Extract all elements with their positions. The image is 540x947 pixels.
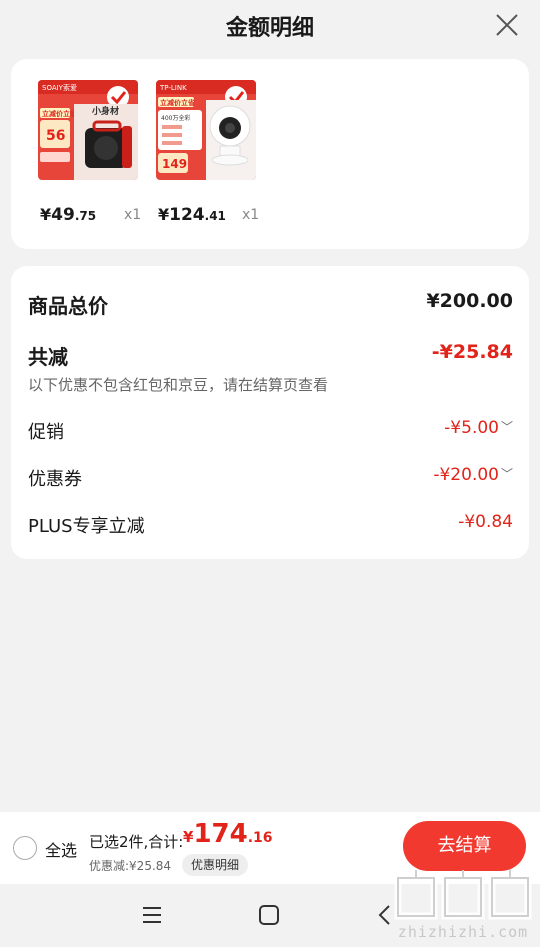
thumb-banner-text: 立减价立省 xyxy=(42,109,77,118)
product-thumbnail[interactable]: TP-LINK 立减价立省 400万全彩 149 xyxy=(156,80,256,180)
product-price: ¥49.75 xyxy=(40,205,97,225)
reduction-note-row: 以下优惠不包含红包和京豆，请在结算页查看 xyxy=(28,374,513,394)
product-price-row: ¥124.41 x1 xyxy=(158,205,268,227)
product-item[interactable]: SOAIY索爱 立减价立省 56 小身材 ¥49.75 x1 xyxy=(38,80,148,225)
thumb-price-text: 149 xyxy=(162,157,187,171)
checkout-bar: 全选 已选2件,合计: ¥174.16 优惠减:¥25.84 优惠明细 去结算 xyxy=(0,812,540,884)
product-quantity: x1 xyxy=(124,207,142,223)
reduction-row: 共减 -¥25.84 xyxy=(28,341,513,369)
reduction-note: 以下优惠不包含红包和京豆，请在结算页查看 xyxy=(28,376,329,394)
discount-detail-button[interactable]: 优惠明细 xyxy=(182,854,249,876)
promotion-label: 促销 xyxy=(28,422,64,443)
page-header: 金额明细 xyxy=(0,0,540,50)
speaker-product-image: SOAIY索爱 立减价立省 56 小身材 xyxy=(38,80,138,180)
plus-discount-row: PLUS专享立减 -¥0.84 xyxy=(28,512,513,538)
reduction-value: -¥25.84 xyxy=(431,341,513,363)
product-price: ¥124.41 xyxy=(158,205,226,225)
plus-discount-label: PLUS专享立减 xyxy=(28,516,145,537)
home-icon[interactable] xyxy=(256,902,282,928)
reduction-label: 共减 xyxy=(28,345,68,369)
price-summary-card: 商品总价 ¥200.00 共减 -¥25.84 以下优惠不包含红包和京豆，请在结… xyxy=(11,266,529,559)
thumb-price-text: 56 xyxy=(46,128,65,144)
discount-summary: 优惠减:¥25.84 xyxy=(89,859,172,873)
back-icon[interactable] xyxy=(372,902,398,928)
chevron-down-icon[interactable]: ﹀ xyxy=(501,418,513,435)
promotion-value: -¥5.00 xyxy=(444,418,499,438)
plus-discount-value: -¥0.84 xyxy=(458,512,513,532)
close-icon[interactable] xyxy=(494,12,520,38)
thumb-brand-text: TP-LINK xyxy=(159,84,187,92)
coupon-label: 优惠券 xyxy=(28,469,82,490)
product-item[interactable]: TP-LINK 立减价立省 400万全彩 149 ¥124.41 x1 xyxy=(156,80,266,225)
product-price-row: ¥49.75 x1 xyxy=(40,205,150,227)
menu-icon[interactable] xyxy=(139,902,165,928)
coupon-row[interactable]: 优惠券 -¥20.00 ﹀ xyxy=(28,465,513,491)
selected-count-text: 已选2件,合计: xyxy=(89,833,184,851)
coupon-value: -¥20.00 xyxy=(433,465,499,485)
thumb-banner-text: 立减价立省 xyxy=(160,98,195,107)
select-all-label[interactable]: 全选 xyxy=(45,837,77,861)
camera-product-image: TP-LINK 立减价立省 400万全彩 149 xyxy=(156,80,256,180)
system-nav-bar xyxy=(0,884,540,947)
checkout-button[interactable]: 去结算 xyxy=(403,821,526,871)
select-all-radio[interactable] xyxy=(13,836,37,860)
thumb-brand-text: SOAIY索爱 xyxy=(42,83,77,92)
thumb-slogan-text: 400万全彩 xyxy=(161,114,190,122)
thumb-slogan-text: 小身材 xyxy=(91,105,119,117)
goods-total-row: 商品总价 ¥200.00 xyxy=(28,290,513,318)
goods-total-value: ¥200.00 xyxy=(426,290,513,312)
goods-total-label: 商品总价 xyxy=(28,294,108,318)
chevron-down-icon[interactable]: ﹀ xyxy=(501,465,513,482)
product-list-card: SOAIY索爱 立减价立省 56 小身材 ¥49.75 x1 TP-LINK 立… xyxy=(11,59,529,249)
page-title: 金额明细 xyxy=(225,16,314,41)
promotion-row[interactable]: 促销 -¥5.00 ﹀ xyxy=(28,418,513,444)
product-thumbnail[interactable]: SOAIY索爱 立减价立省 56 小身材 xyxy=(38,80,138,180)
total-price: ¥174.16 xyxy=(183,819,273,849)
product-quantity: x1 xyxy=(242,207,260,223)
